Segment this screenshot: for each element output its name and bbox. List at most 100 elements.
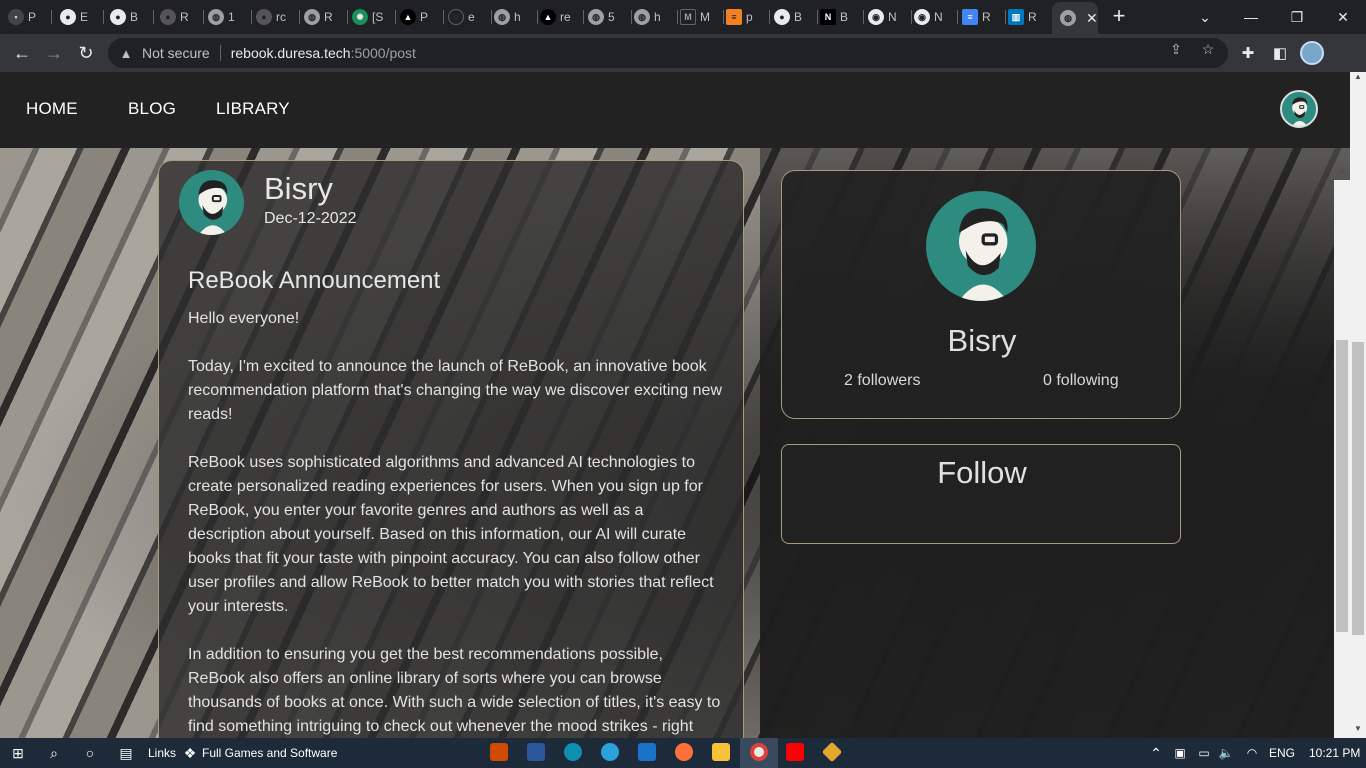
post-date: Dec-12-2022 (264, 210, 357, 227)
triangle-icon: ▲ (400, 9, 416, 25)
browser-tab[interactable]: ● R (160, 4, 204, 30)
inner-scroll-thumb[interactable] (1336, 340, 1348, 632)
tray-device-icon[interactable]: ▣ (1170, 743, 1190, 763)
browser-tab[interactable]: ◉ N (868, 4, 912, 30)
language-indicator[interactable]: ENG (1269, 746, 1295, 760)
browser-tab[interactable]: ◌ e (448, 4, 492, 30)
followers-count[interactable]: 2 followers (844, 372, 920, 390)
browser-tab[interactable]: ✹ [S (352, 4, 396, 30)
browser-tab[interactable]: ● B (110, 4, 154, 30)
browser-tab[interactable]: M M (680, 4, 724, 30)
tab-search-icon[interactable]: ⌄ (1182, 0, 1228, 34)
scroll-down-icon[interactable]: ▼ (1354, 724, 1362, 736)
browser-tab[interactable]: ≡ p (726, 4, 770, 30)
browser-tab[interactable]: N B (820, 4, 864, 30)
volume-icon[interactable]: 🔈 (1216, 743, 1236, 763)
youtube-icon[interactable] (786, 743, 804, 761)
browser-tab-active[interactable]: ◍ ✕ (1052, 2, 1098, 34)
close-tab-icon[interactable]: ✕ (1086, 10, 1098, 27)
task-view-icon[interactable]: ▤ (116, 743, 136, 763)
docs-icon: ≡ (962, 9, 978, 25)
globe-icon: ◍ (304, 9, 320, 25)
back-icon[interactable]: ← (10, 41, 34, 65)
chrome-icon: ◉ (914, 9, 930, 25)
github-icon: ● (60, 9, 76, 25)
globe-icon: ◍ (634, 9, 650, 25)
address-bar[interactable]: ▲ Not secure rebook.duresa.tech :5000/po… (108, 38, 1228, 68)
site-navbar: HOME BLOG LIBRARY (0, 72, 1350, 148)
powerpoint-icon[interactable] (490, 743, 508, 761)
post-card: Bisry Dec-12-2022 ReBook Announcement He… (158, 160, 744, 738)
forward-icon[interactable]: → (42, 41, 66, 65)
wifi-icon[interactable]: ◠ (1242, 743, 1262, 763)
markdown-icon: M (680, 9, 696, 25)
inner-scroll-up-icon[interactable]: ▲ (1334, 165, 1350, 177)
browser-tab[interactable]: ◍ h (494, 4, 538, 30)
notion-icon: N (820, 9, 836, 25)
github-icon: ● (110, 9, 126, 25)
file-explorer-icon[interactable] (712, 743, 730, 761)
browser-tab[interactable]: ◍ R (304, 4, 348, 30)
browser-tab[interactable]: ◍ h (634, 4, 678, 30)
gear-icon: ✹ (352, 9, 368, 25)
new-tab-button[interactable]: + (1108, 5, 1130, 28)
search-icon[interactable]: ⌕ (44, 743, 64, 763)
globe-icon: ◍ (494, 9, 510, 25)
taskbar-links-label[interactable]: Links (148, 746, 176, 760)
browser-tab[interactable]: ▲ P (400, 4, 444, 30)
nav-home-link[interactable]: HOME (26, 99, 78, 119)
cortana-icon[interactable]: ○ (80, 743, 100, 763)
windows-start-icon[interactable]: ⊞ (8, 743, 28, 763)
warning-icon[interactable]: ▲ (118, 45, 134, 61)
edge-icon[interactable] (564, 743, 582, 761)
follow-button[interactable]: Follow (782, 455, 1182, 491)
tray-chevron-icon[interactable]: ⌃ (1146, 743, 1166, 763)
browser-tab[interactable]: ◍ 1 (208, 4, 252, 30)
mail-icon[interactable] (638, 743, 656, 761)
browser-profile-avatar[interactable] (1300, 41, 1324, 65)
browser-tab[interactable]: ● B (774, 4, 818, 30)
author-avatar[interactable] (179, 170, 244, 235)
scroll-up-icon[interactable]: ▲ (1354, 72, 1362, 84)
nav-library-link[interactable]: LIBRARY (216, 99, 290, 119)
side-panel-icon[interactable]: ◧ (1270, 43, 1290, 63)
inner-scrollbar[interactable] (1334, 180, 1350, 738)
minimize-icon[interactable]: — (1228, 0, 1274, 34)
browser-tab[interactable]: ◍ 5 (588, 4, 632, 30)
extensions-icon[interactable]: ✚ (1238, 43, 1258, 63)
bookmark-star-icon[interactable]: ☆ (1200, 41, 1216, 57)
github-icon: ● (774, 9, 790, 25)
share-icon[interactable]: ⇪ (1168, 41, 1184, 57)
firefox-icon[interactable] (675, 743, 693, 761)
post-author-name[interactable]: Bisry (264, 171, 333, 207)
url-path: :5000/post (350, 45, 416, 61)
scroll-thumb[interactable] (1352, 342, 1364, 635)
restore-icon[interactable]: ❐ (1274, 0, 1320, 34)
browser-tab[interactable]: ▲ re (540, 4, 584, 30)
triangle-icon: ▲ (540, 9, 556, 25)
trello-icon: ▥ (1008, 9, 1024, 25)
browser-tab[interactable]: ● E (60, 4, 104, 30)
post-paragraph: Hello everyone! (188, 310, 300, 327)
telegram-icon[interactable] (601, 743, 619, 761)
browser-tab[interactable]: ▥ R (1008, 4, 1052, 30)
nav-blog-link[interactable]: BLOG (128, 99, 176, 119)
browser-tab[interactable]: ≡ R (962, 4, 1006, 30)
close-window-icon[interactable]: ✕ (1320, 0, 1366, 34)
git-icon[interactable] (821, 741, 843, 763)
clock[interactable]: 10:21 PM (1309, 746, 1360, 760)
page-scrollbar[interactable]: ▲ ▼ (1350, 72, 1366, 738)
battery-icon[interactable]: ▭ (1194, 743, 1214, 763)
post-body: Hello everyone! Today, I'm excited to an… (188, 307, 723, 738)
reload-icon[interactable]: ↻ (74, 41, 98, 65)
taskbar-bookmark[interactable]: Full Games and Software (202, 746, 337, 760)
chrome-taskbar-icon[interactable] (750, 743, 768, 761)
following-count[interactable]: 0 following (1043, 372, 1119, 390)
store-icon[interactable] (527, 743, 545, 761)
github-icon: ● (160, 9, 176, 25)
browser-tab[interactable]: ● rc (256, 4, 300, 30)
follow-card[interactable]: Follow (781, 444, 1181, 544)
user-avatar[interactable] (1280, 90, 1318, 128)
browser-tab[interactable]: ▪ P (8, 4, 52, 30)
browser-tab[interactable]: ◉ N (914, 4, 958, 30)
